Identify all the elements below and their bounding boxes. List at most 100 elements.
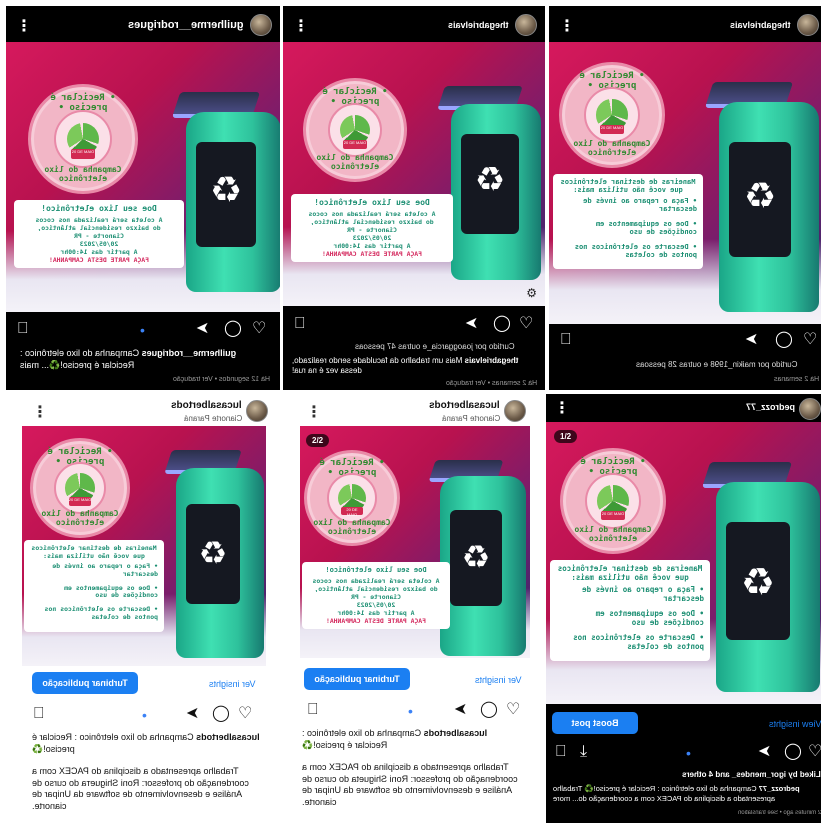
campaign-badge: • Reciclar é preciso • 20 DE MAIO Campan… xyxy=(559,62,665,168)
post-meta: Há 2 semanas • Ver tradução xyxy=(445,380,537,387)
carousel-dot: • xyxy=(408,703,413,719)
campaign-badge: • Reciclar é preciso • 20 DE MAIO Campan… xyxy=(304,450,400,546)
donation-info: Doe seu lixo eletrônico! A coleta será r… xyxy=(302,562,450,629)
post-body: Trabalho apresentado a disciplina do PAC… xyxy=(302,762,518,808)
post-meta: Há 12 segundos • Ver tradução xyxy=(172,376,270,383)
campaign-badge: • Reciclar é preciso • 20 DE MAIO Campan… xyxy=(303,78,407,182)
post-caption: thegabrielvais Mais um trabalho da facul… xyxy=(292,356,519,376)
like-icon[interactable]: ♡ xyxy=(506,702,520,718)
more-options-icon[interactable]: ⋮ xyxy=(554,398,570,418)
action-bar: ⎕ ➤ ◯ ♡ xyxy=(549,331,821,358)
like-icon[interactable]: ♡ xyxy=(808,744,821,760)
post-image[interactable]: • Reciclar é preciso • 20 DE MAIO Campan… xyxy=(22,426,266,666)
avatar[interactable] xyxy=(797,14,819,36)
action-bar: ⎕ • ➤ ◯ ♡ xyxy=(6,320,280,347)
more-options-icon[interactable]: ⋮ xyxy=(16,16,32,36)
post-caption: guilherme__rodrigues Campanha do lixo el… xyxy=(20,348,237,370)
donation-info: Doe seu lixo eletrônico! A coleta será r… xyxy=(291,194,453,262)
post-image[interactable]: • Reciclar é preciso • 20 DE MAIO Campan… xyxy=(283,42,545,306)
carousel-counter: 1/2 xyxy=(554,430,578,443)
comment-icon[interactable]: ◯ xyxy=(493,316,511,332)
username[interactable]: lucasalbertods xyxy=(429,400,500,411)
username[interactable]: pedrozz_77 xyxy=(746,402,795,412)
location[interactable]: Cianorte Paraná xyxy=(184,414,242,423)
post-body: Trabalho apresentado a disciplina do PAC… xyxy=(32,766,249,812)
action-bar: ⎕ ➤ ◯ ♡ xyxy=(283,315,545,342)
more-options-icon[interactable]: ⋮ xyxy=(32,402,48,422)
post-image[interactable]: • Reciclar é preciso • 20 DE MAIO Campan… xyxy=(6,42,280,312)
comment-icon[interactable]: ◯ xyxy=(784,744,802,760)
avatar[interactable] xyxy=(504,400,526,422)
boost-post-button[interactable]: Boost post xyxy=(552,712,638,734)
download-icon[interactable]: ⤓ xyxy=(580,744,587,760)
share-icon[interactable]: ➤ xyxy=(196,320,209,337)
avatar[interactable] xyxy=(246,400,268,422)
share-icon[interactable]: ➤ xyxy=(745,331,758,348)
more-options-icon[interactable]: ⋮ xyxy=(293,16,309,36)
action-bar: ⎕ • ➤ ◯ ♡ xyxy=(296,701,532,728)
carousel-counter: 2/2 xyxy=(306,434,330,447)
post-caption: lucasalbertods Campanha do lixo eletrôni… xyxy=(302,728,488,750)
bookmark-icon[interactable]: ⎕ xyxy=(308,702,318,718)
liked-by[interactable]: Curtido por maikin_1998 e outras 28 pess… xyxy=(636,360,797,369)
action-bar: ⎕ • ➤ ◯ ♡ xyxy=(22,705,272,732)
post-panel-2: ⋮ thegabrielvais • Reciclar é preciso • … xyxy=(283,6,545,390)
recycle-icon: ♻ xyxy=(461,538,491,576)
post-panel-3: ⋮ thegabrielvais • Reciclar é preciso • … xyxy=(549,6,821,390)
disposal-tips: Maneiras de destinar eletrônicos que voc… xyxy=(550,560,710,661)
location[interactable]: Cianorte Paraná xyxy=(442,414,500,423)
campaign-badge: • Reciclar é preciso • 20 DE MAIO Campan… xyxy=(560,448,666,554)
recycle-icon: ♻ xyxy=(740,560,776,604)
like-icon[interactable]: ♡ xyxy=(238,706,252,722)
post-meta: Há 2 semanas xyxy=(773,376,819,383)
disposal-tips: Maneiras de destinar eletrônicos que voc… xyxy=(553,174,703,270)
post-panel-5: ⋮ lucasalbertods Cianorte Paraná 2/2 • R… xyxy=(296,394,532,823)
bookmark-icon[interactable]: ⎕ xyxy=(295,316,305,332)
share-icon[interactable]: ➤ xyxy=(454,701,467,718)
campaign-badge: • Reciclar é preciso • 20 DE MAIO Campan… xyxy=(30,438,130,538)
view-insights-link[interactable]: View insights xyxy=(769,719,821,729)
comment-icon[interactable]: ◯ xyxy=(212,706,230,722)
view-insights-link[interactable]: Ver insights xyxy=(209,679,256,689)
campaign-badge: • Reciclar é preciso • 20 DE MAIO Campan… xyxy=(28,84,138,194)
boost-post-button[interactable]: Turbinar publicação xyxy=(32,672,138,694)
post-caption: pedrozz_77 Campanha do lixo eletrônico :… xyxy=(553,784,800,803)
avatar[interactable] xyxy=(250,14,272,36)
like-icon[interactable]: ♡ xyxy=(519,316,533,332)
bookmark-icon[interactable]: ⎕ xyxy=(34,706,44,722)
avatar[interactable] xyxy=(799,398,821,420)
username[interactable]: thegabrielvais xyxy=(448,20,509,30)
like-icon[interactable]: ♡ xyxy=(803,332,817,348)
carousel-dot: • xyxy=(142,707,147,723)
share-icon[interactable]: ➤ xyxy=(758,743,771,760)
username[interactable]: guilherme__rodrigues xyxy=(128,19,244,31)
post-image[interactable]: • Reciclar é preciso • 20 DE MAIO Campan… xyxy=(549,42,821,324)
share-icon[interactable]: ➤ xyxy=(186,705,199,722)
post-header: ⋮ guilherme__rodrigues xyxy=(6,6,280,46)
more-options-icon[interactable]: ⋮ xyxy=(306,402,322,422)
liked-by[interactable]: Curtido por joaoggarcia_e outras 47 pess… xyxy=(355,342,515,351)
action-bar: ⎕ ⤓ • ➤ ◯ ♡ xyxy=(546,743,821,770)
post-image[interactable]: 2/2 • Reciclar é preciso • 20 DE MAIO Ca… xyxy=(300,426,530,658)
post-image[interactable]: 1/2 • Reciclar é preciso • 20 DE MAIO Ca… xyxy=(546,422,821,704)
share-icon[interactable]: ➤ xyxy=(465,315,478,332)
username[interactable]: lucasalbertods xyxy=(171,400,242,411)
recycle-icon: ♻ xyxy=(743,176,777,217)
donation-info: Doe seu lixo eletrônico! A coleta será r… xyxy=(14,200,184,268)
gear-icon[interactable]: ⚙ xyxy=(526,286,537,300)
avatar[interactable] xyxy=(515,14,537,36)
liked-by[interactable]: Liked by igor_mendes_ and 4 others xyxy=(682,770,821,779)
more-options-icon[interactable]: ⋮ xyxy=(559,16,575,36)
post-header: ⋮ thegabrielvais xyxy=(283,6,545,46)
bookmark-icon[interactable]: ⎕ xyxy=(556,744,566,760)
boost-post-button[interactable]: Turbinar publicação xyxy=(304,668,410,690)
comment-icon[interactable]: ◯ xyxy=(480,702,498,718)
post-panel-6: ⋮ pedrozz_77 1/2 • Reciclar é preciso • … xyxy=(546,394,821,823)
bookmark-icon[interactable]: ⎕ xyxy=(18,321,28,337)
comment-icon[interactable]: ◯ xyxy=(775,332,793,348)
comment-icon[interactable]: ◯ xyxy=(224,321,242,337)
view-insights-link[interactable]: Ver insights xyxy=(475,675,522,685)
username[interactable]: thegabrielvais xyxy=(730,20,791,30)
like-icon[interactable]: ♡ xyxy=(252,321,266,337)
bookmark-icon[interactable]: ⎕ xyxy=(561,332,571,348)
